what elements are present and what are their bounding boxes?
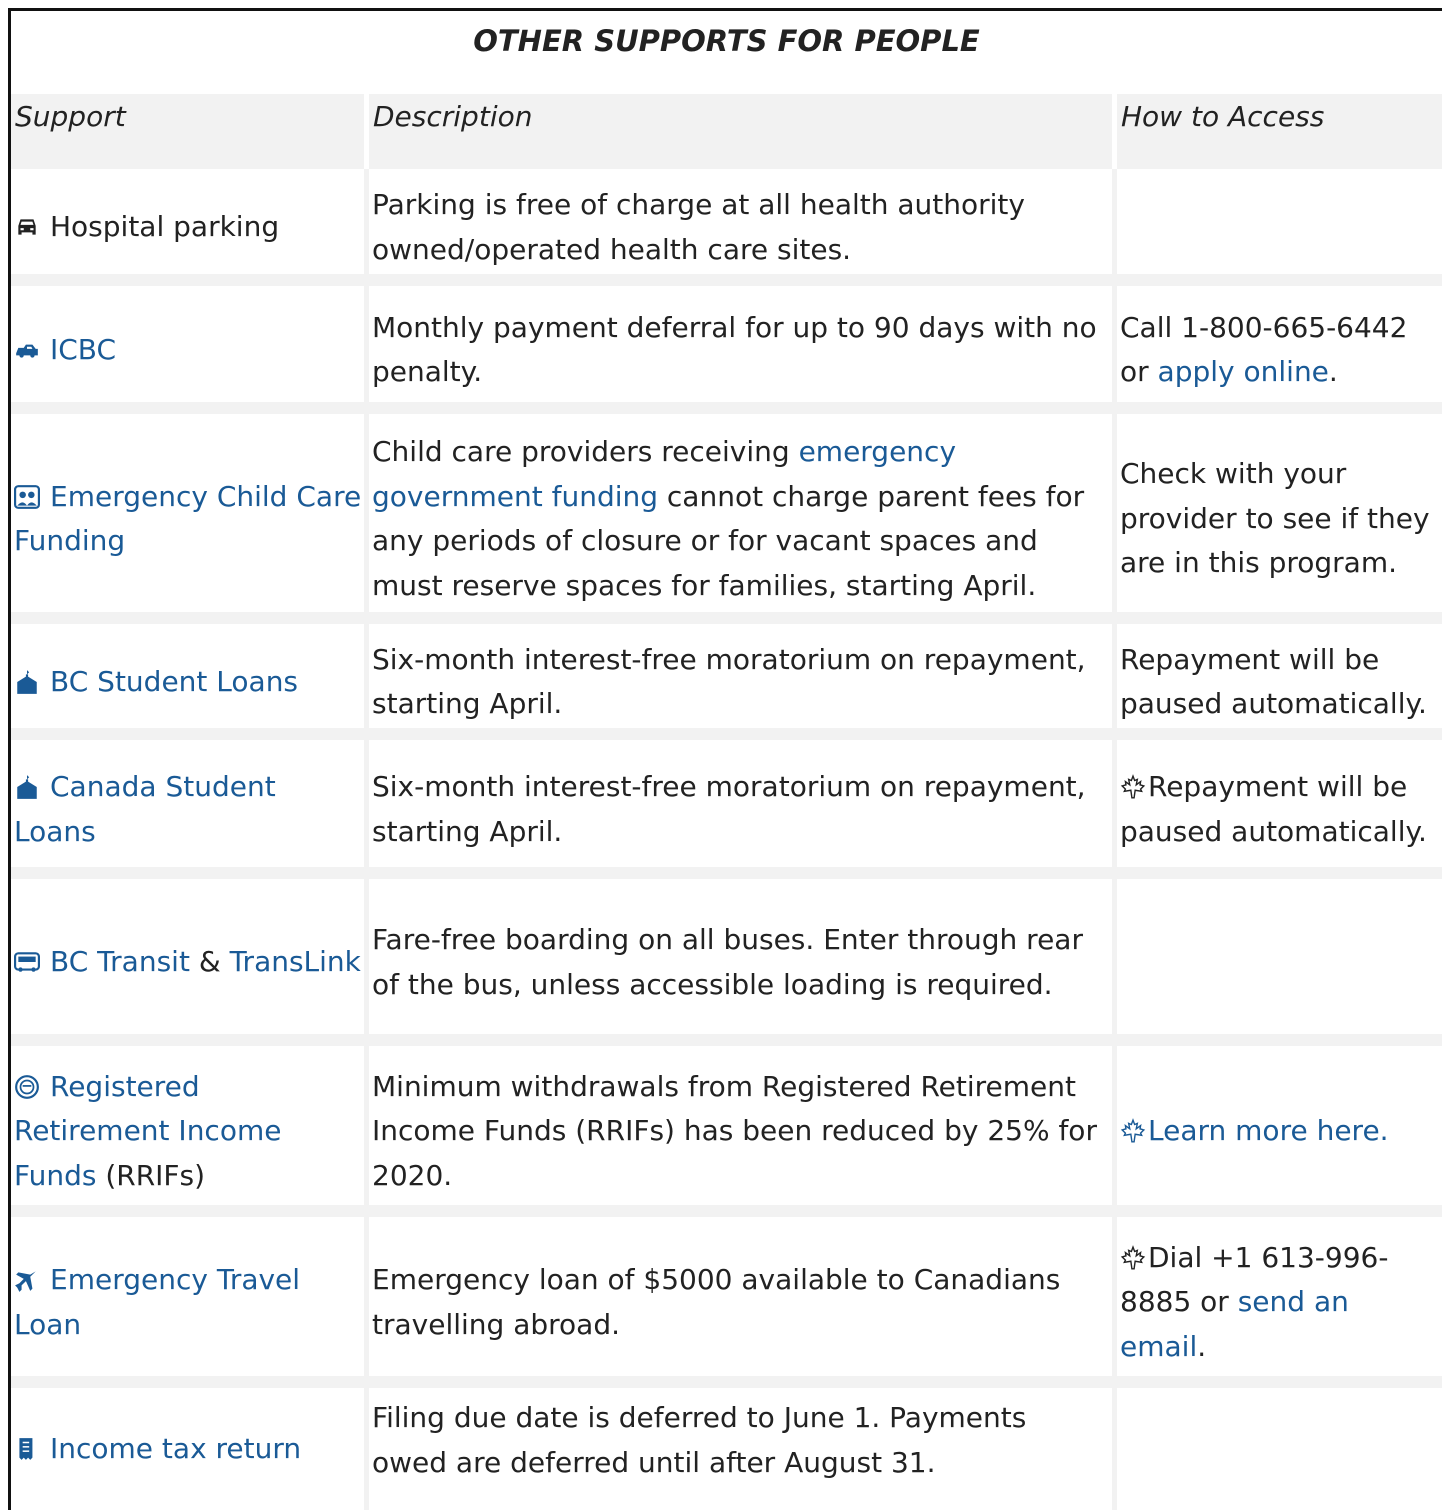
ampersand-text: & bbox=[189, 945, 230, 979]
description: Emergency loan of $5000 available to Can… bbox=[372, 1263, 1061, 1341]
description-text: Child care providers receiving bbox=[372, 435, 799, 468]
support-link-canada-student-loans[interactable]: Canada Student Loans bbox=[14, 770, 276, 848]
maple-leaf-icon bbox=[1120, 774, 1146, 800]
table-row: ICBC Monthly payment deferral for up to … bbox=[11, 286, 1442, 414]
support-link-child-care[interactable]: Emergency Child Care Funding bbox=[14, 480, 361, 558]
support-link-icbc[interactable]: ICBC bbox=[50, 333, 116, 366]
description: Six-month interest-free moratorium on re… bbox=[372, 770, 1086, 848]
access-text-end: . bbox=[1197, 1329, 1207, 1363]
senior-face-icon bbox=[14, 1074, 40, 1100]
table-title: OTHER SUPPORTS FOR PEOPLE bbox=[473, 24, 980, 58]
table-row: Emergency Child Care Funding Child care … bbox=[11, 414, 1442, 624]
how-to-access: Repayment will be paused automatically. bbox=[1120, 642, 1427, 721]
school-icon bbox=[14, 774, 40, 800]
support-link-income-tax[interactable]: Income tax return bbox=[50, 1432, 301, 1465]
airplane-icon bbox=[14, 1267, 40, 1293]
header-support: Support bbox=[11, 94, 364, 169]
description: Fare-free boarding on all buses. Enter t… bbox=[372, 923, 1083, 1001]
translink-link[interactable]: TransLink bbox=[230, 945, 361, 978]
description: Six-month interest-free moratorium on re… bbox=[372, 642, 1086, 721]
description: Parking is free of charge at all health … bbox=[372, 188, 1025, 266]
access-text-end: . bbox=[1328, 355, 1338, 388]
table-row: Registered Retirement Income Funds (RRIF… bbox=[11, 1046, 1442, 1217]
support-suffix: (RRIFs) bbox=[96, 1158, 206, 1192]
table-row: Canada Student Loans Six-month interest-… bbox=[11, 740, 1442, 879]
support-link-travel-loan[interactable]: Emergency Travel Loan bbox=[14, 1263, 300, 1341]
school-icon bbox=[14, 669, 40, 695]
how-to-access: Repayment will be paused automatically. bbox=[1120, 770, 1427, 848]
how-to-access bbox=[1117, 1388, 1442, 1510]
header-how-to-access: How to Access bbox=[1117, 94, 1442, 169]
support-link-bc-student-loans[interactable]: BC Student Loans bbox=[50, 665, 298, 698]
apply-online-link[interactable]: apply online bbox=[1158, 355, 1329, 388]
bus-icon bbox=[14, 949, 40, 975]
children-icon bbox=[14, 484, 40, 510]
table-row: BC Transit & TransLink Fare-free boardin… bbox=[11, 879, 1442, 1046]
description: Monthly payment deferral for up to 90 da… bbox=[372, 310, 1097, 389]
maple-leaf-icon bbox=[1120, 1244, 1146, 1271]
maple-leaf-icon bbox=[1120, 1118, 1146, 1144]
how-to-access bbox=[1117, 169, 1442, 286]
table-row: Emergency Travel Loan Emergency loan of … bbox=[11, 1217, 1442, 1388]
table-header-row: Support Description How to Access bbox=[11, 94, 1442, 169]
learn-more-link[interactable]: Learn more here. bbox=[1148, 1114, 1389, 1147]
table-row: BC Student Loans Six-month interest-free… bbox=[11, 624, 1442, 740]
how-to-access bbox=[1117, 879, 1442, 1046]
car-icon bbox=[14, 214, 40, 240]
car-side-icon bbox=[14, 337, 40, 363]
description: Minimum withdrawals from Registered Reti… bbox=[372, 1069, 1097, 1192]
table-row: Hospital parking Parking is free of char… bbox=[11, 169, 1442, 286]
header-description: Description bbox=[369, 94, 1112, 169]
support-name: Hospital parking bbox=[50, 210, 280, 244]
receipt-icon bbox=[14, 1436, 40, 1462]
bc-transit-link[interactable]: BC Transit bbox=[50, 945, 190, 978]
how-to-access: Check with your provider to see if they … bbox=[1120, 457, 1430, 580]
description: Filing due date is deferred to June 1. P… bbox=[372, 1401, 1027, 1479]
table-row: Income tax return Filing due date is def… bbox=[11, 1388, 1442, 1510]
